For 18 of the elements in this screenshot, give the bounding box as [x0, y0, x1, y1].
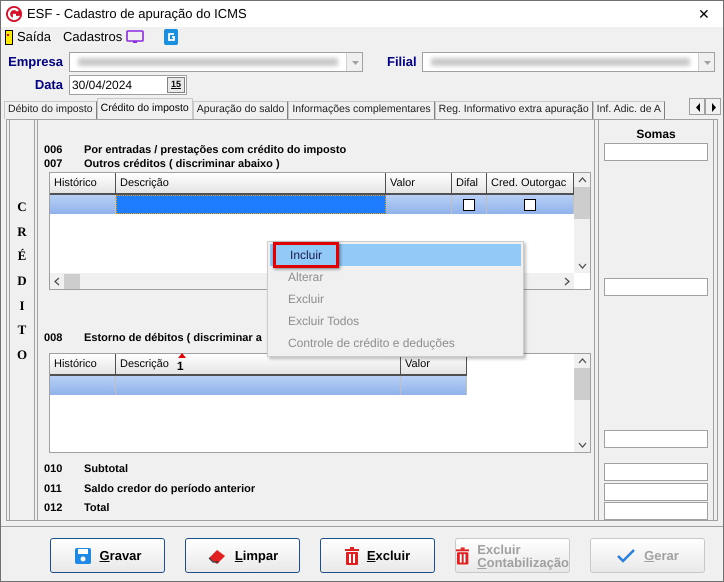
field-label: Data: [34, 76, 63, 94]
line-label: Por entradas / prestações com crédito do imposto: [84, 143, 346, 157]
line-code: 010: [44, 462, 64, 476]
line-code: 012: [44, 501, 64, 515]
section-label: CRÉDITO: [16, 198, 28, 364]
field-label: Empresa: [7, 53, 63, 72]
line-code: 011: [44, 482, 63, 496]
field-label: Filial: [387, 53, 417, 72]
window-title: ESF - Cadastro de apuração do ICMS: [27, 5, 247, 24]
line-code: 007: [44, 157, 64, 171]
line-code: 008: [44, 331, 64, 345]
totals-heading: Somas: [636, 126, 676, 143]
line-label: Outros créditos ( discriminar abaixo ): [84, 157, 280, 171]
line-label: Total: [84, 501, 110, 515]
line-label: Saldo credor do período anterior: [84, 482, 256, 496]
line-label: Subtotal: [84, 462, 128, 476]
line-label: Estorno de débitos ( discriminar a: [84, 331, 262, 345]
line-code: 006: [44, 143, 64, 157]
